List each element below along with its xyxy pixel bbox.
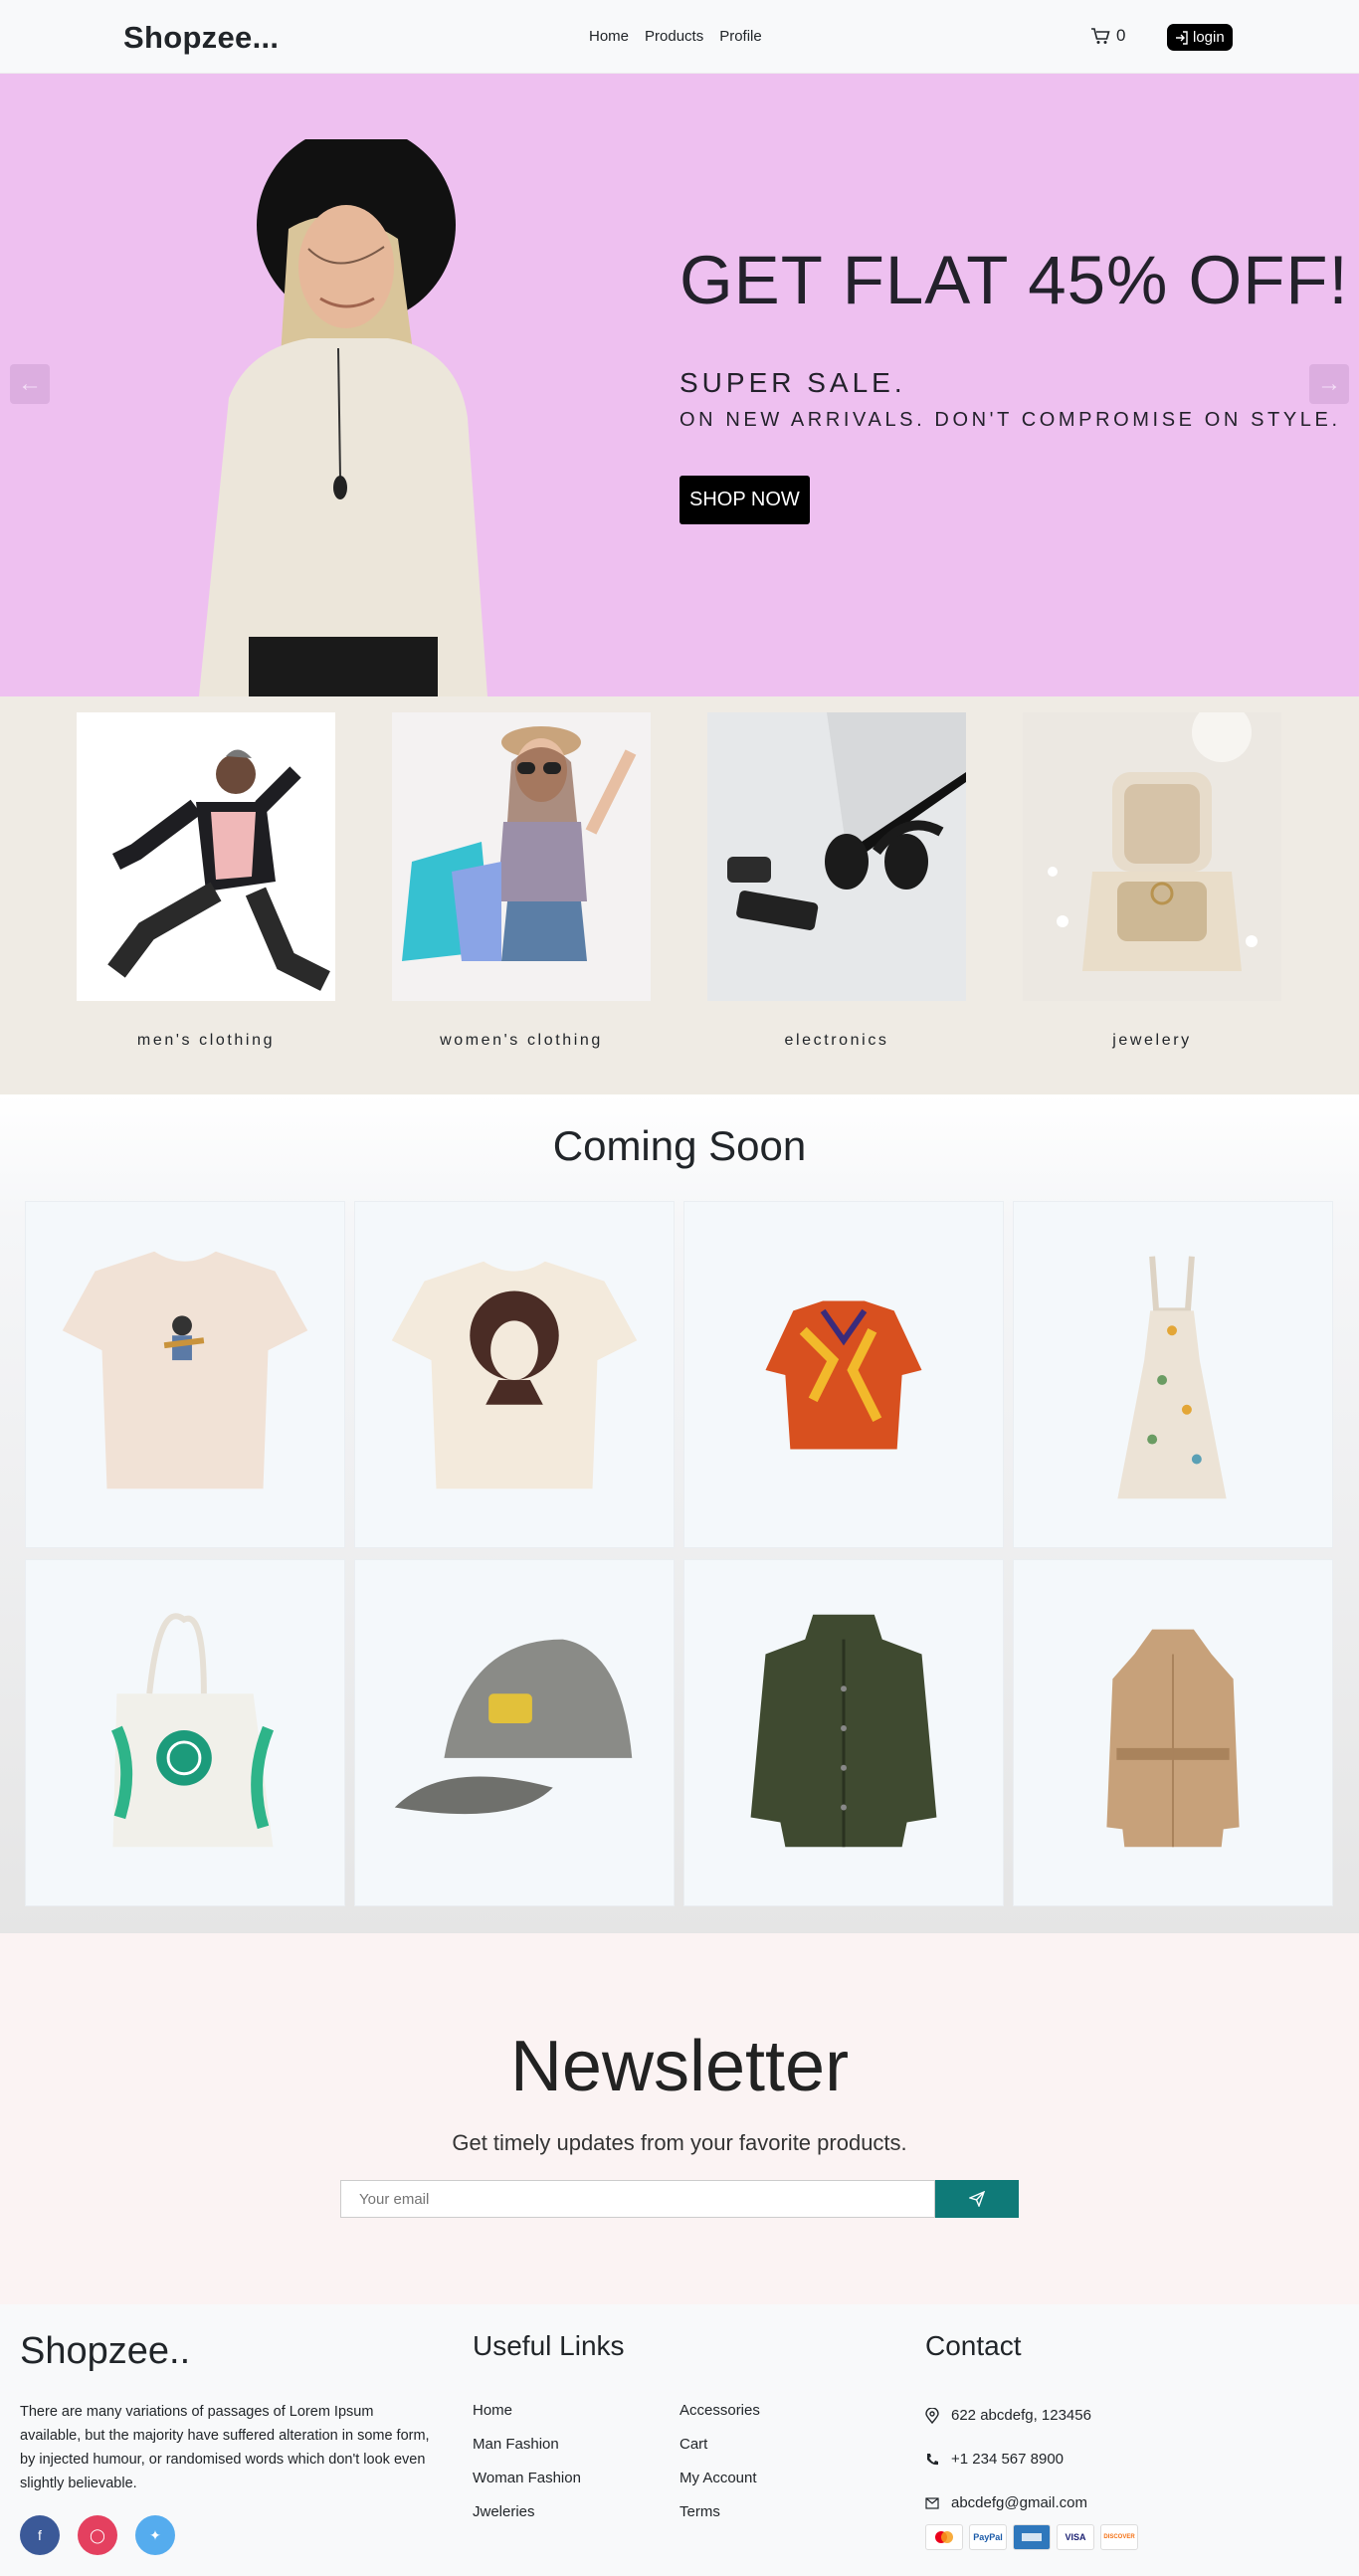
category-image-mens xyxy=(77,712,335,1001)
category-card-womens[interactable]: women's clothing xyxy=(392,712,651,1050)
category-image-jewelery xyxy=(1023,702,1281,1001)
navbar: Shopzee... Home Products Profile 0 login xyxy=(0,0,1359,74)
footer-link-my-account[interactable]: My Account xyxy=(680,2462,760,2495)
carousel-next-button[interactable]: → xyxy=(1309,364,1349,404)
newsletter-email-input[interactable] xyxy=(340,2180,935,2218)
categories-section: men's clothing women's clothing electron… xyxy=(0,696,1359,1094)
carousel-prev-button[interactable]: ← xyxy=(10,364,50,404)
contact-list: 622 abcdefg, 123456 +1 234 567 8900 abcd… xyxy=(925,2394,1091,2525)
login-button[interactable]: login xyxy=(1167,24,1233,51)
paypal-icon: PayPal xyxy=(969,2524,1007,2550)
footer-link-man-fashion[interactable]: Man Fashion xyxy=(473,2428,581,2462)
contact-title: Contact xyxy=(925,2330,1022,2361)
hero-title: GET FLAT 45% OFF! xyxy=(680,242,1349,318)
cart-icon xyxy=(1091,28,1110,44)
hero-carousel: ← GET FLAT 45% OFF! SUPER SALE. ON NEW A… xyxy=(0,74,1359,696)
contact-phone: +1 234 567 8900 xyxy=(925,2438,1091,2481)
login-label: login xyxy=(1193,29,1225,46)
footer-link-home[interactable]: Home xyxy=(473,2394,581,2428)
product-card[interactable] xyxy=(683,1559,1004,1906)
facebook-icon: f xyxy=(38,2527,42,2543)
useful-links-title: Useful Links xyxy=(473,2330,625,2361)
newsletter-section: Newsletter Get timely updates from your … xyxy=(0,1933,1359,2304)
amex-icon xyxy=(1013,2524,1051,2550)
footer-link-accessories[interactable]: Accessories xyxy=(680,2394,760,2428)
newsletter-form xyxy=(340,2180,1019,2218)
product-image-cap xyxy=(394,1639,633,1815)
hero-subtitle: SUPER SALE. xyxy=(680,367,906,398)
cart-count: 0 xyxy=(1116,26,1126,45)
payment-methods: PayPal VISA DISCOVER xyxy=(925,2524,1138,2550)
social-links: f ◯ ✦ xyxy=(20,2515,175,2555)
links-column-1: Home Man Fashion Woman Fashion Jweleries xyxy=(473,2394,581,2529)
facebook-button[interactable]: f xyxy=(20,2515,60,2555)
map-pin-icon xyxy=(925,2408,939,2424)
hero-text: GET FLAT 45% OFF! SUPER SALE. ON NEW ARR… xyxy=(680,241,1349,524)
category-card-jewelery[interactable]: jewelery xyxy=(1023,702,1281,1050)
footer-link-terms[interactable]: Terms xyxy=(680,2495,760,2529)
arrow-left-icon: ← xyxy=(18,370,42,397)
category-image-womens xyxy=(392,712,651,1001)
coming-soon-section: Coming Soon xyxy=(0,1094,1359,1933)
nav-products-link[interactable]: Products xyxy=(645,28,703,45)
nav-profile-link[interactable]: Profile xyxy=(719,28,762,45)
instagram-icon: ◯ xyxy=(90,2526,105,2543)
category-card-electronics[interactable]: electronics xyxy=(707,712,966,1050)
category-image-electronics xyxy=(707,712,966,1001)
cart-button[interactable]: 0 xyxy=(1090,26,1125,46)
product-image-tshirt-portrait xyxy=(391,1261,638,1489)
login-icon xyxy=(1176,30,1188,45)
links-column-2: Accessories Cart My Account Terms xyxy=(680,2394,760,2529)
hero-tagline: ON NEW ARRIVALS. DON'T COMPROMISE ON STY… xyxy=(680,409,1341,431)
category-label: jewelery xyxy=(1112,1032,1192,1049)
product-card[interactable] xyxy=(683,1201,1004,1548)
instagram-button[interactable]: ◯ xyxy=(78,2515,117,2555)
newsletter-subtitle: Get timely updates from your favorite pr… xyxy=(452,2130,907,2155)
product-card[interactable] xyxy=(1013,1201,1333,1548)
send-icon xyxy=(969,2191,985,2207)
mail-icon xyxy=(925,2497,939,2509)
category-label: electronics xyxy=(784,1032,889,1049)
newsletter-title: Newsletter xyxy=(509,2027,850,2106)
product-card[interactable] xyxy=(25,1201,345,1548)
twitter-icon: ✦ xyxy=(149,2526,161,2543)
arrow-right-icon: → xyxy=(1317,370,1341,397)
visa-icon: VISA xyxy=(1057,2524,1094,2550)
product-image-hawaiian-shirt xyxy=(765,1300,922,1450)
nav-home-link[interactable]: Home xyxy=(589,28,629,45)
coming-soon-title: Coming Soon xyxy=(552,1122,807,1169)
footer-description: There are many variations of passages of… xyxy=(20,2404,430,2491)
shop-now-button[interactable]: SHOP NOW xyxy=(680,476,810,524)
contact-address: 622 abcdefg, 123456 xyxy=(925,2394,1091,2438)
brand-logo[interactable]: Shopzee... xyxy=(123,20,279,56)
discover-icon: DISCOVER xyxy=(1100,2524,1138,2550)
category-card-mens[interactable]: men's clothing xyxy=(77,712,335,1050)
category-label: women's clothing xyxy=(440,1032,603,1049)
product-image-tote-bag xyxy=(110,1613,275,1848)
product-image-floral-dress xyxy=(1117,1256,1227,1499)
category-label: men's clothing xyxy=(136,1032,276,1049)
contact-email: abcdefg@gmail.com xyxy=(925,2481,1091,2525)
product-image-green-jacket xyxy=(750,1614,937,1848)
product-card[interactable] xyxy=(1013,1559,1333,1906)
footer-link-cart[interactable]: Cart xyxy=(680,2428,760,2462)
footer-link-woman-fashion[interactable]: Woman Fashion xyxy=(473,2462,581,2495)
product-card[interactable] xyxy=(354,1559,675,1906)
newsletter-submit-button[interactable] xyxy=(935,2180,1019,2218)
product-card[interactable] xyxy=(354,1201,675,1548)
product-image-tshirt-guitar xyxy=(62,1251,308,1489)
footer-link-jweleries[interactable]: Jweleries xyxy=(473,2495,581,2529)
phone-icon xyxy=(927,2454,938,2466)
product-image-trench-coat xyxy=(1106,1629,1240,1848)
product-card[interactable] xyxy=(25,1559,345,1906)
twitter-button[interactable]: ✦ xyxy=(135,2515,175,2555)
hero-model-image xyxy=(199,139,487,696)
footer: Shopzee.. There are many variations of p… xyxy=(0,2304,1359,2576)
footer-brand: Shopzee.. xyxy=(20,2330,191,2372)
mastercard-icon xyxy=(925,2524,963,2550)
nav-links: Home Products Profile xyxy=(589,28,762,45)
